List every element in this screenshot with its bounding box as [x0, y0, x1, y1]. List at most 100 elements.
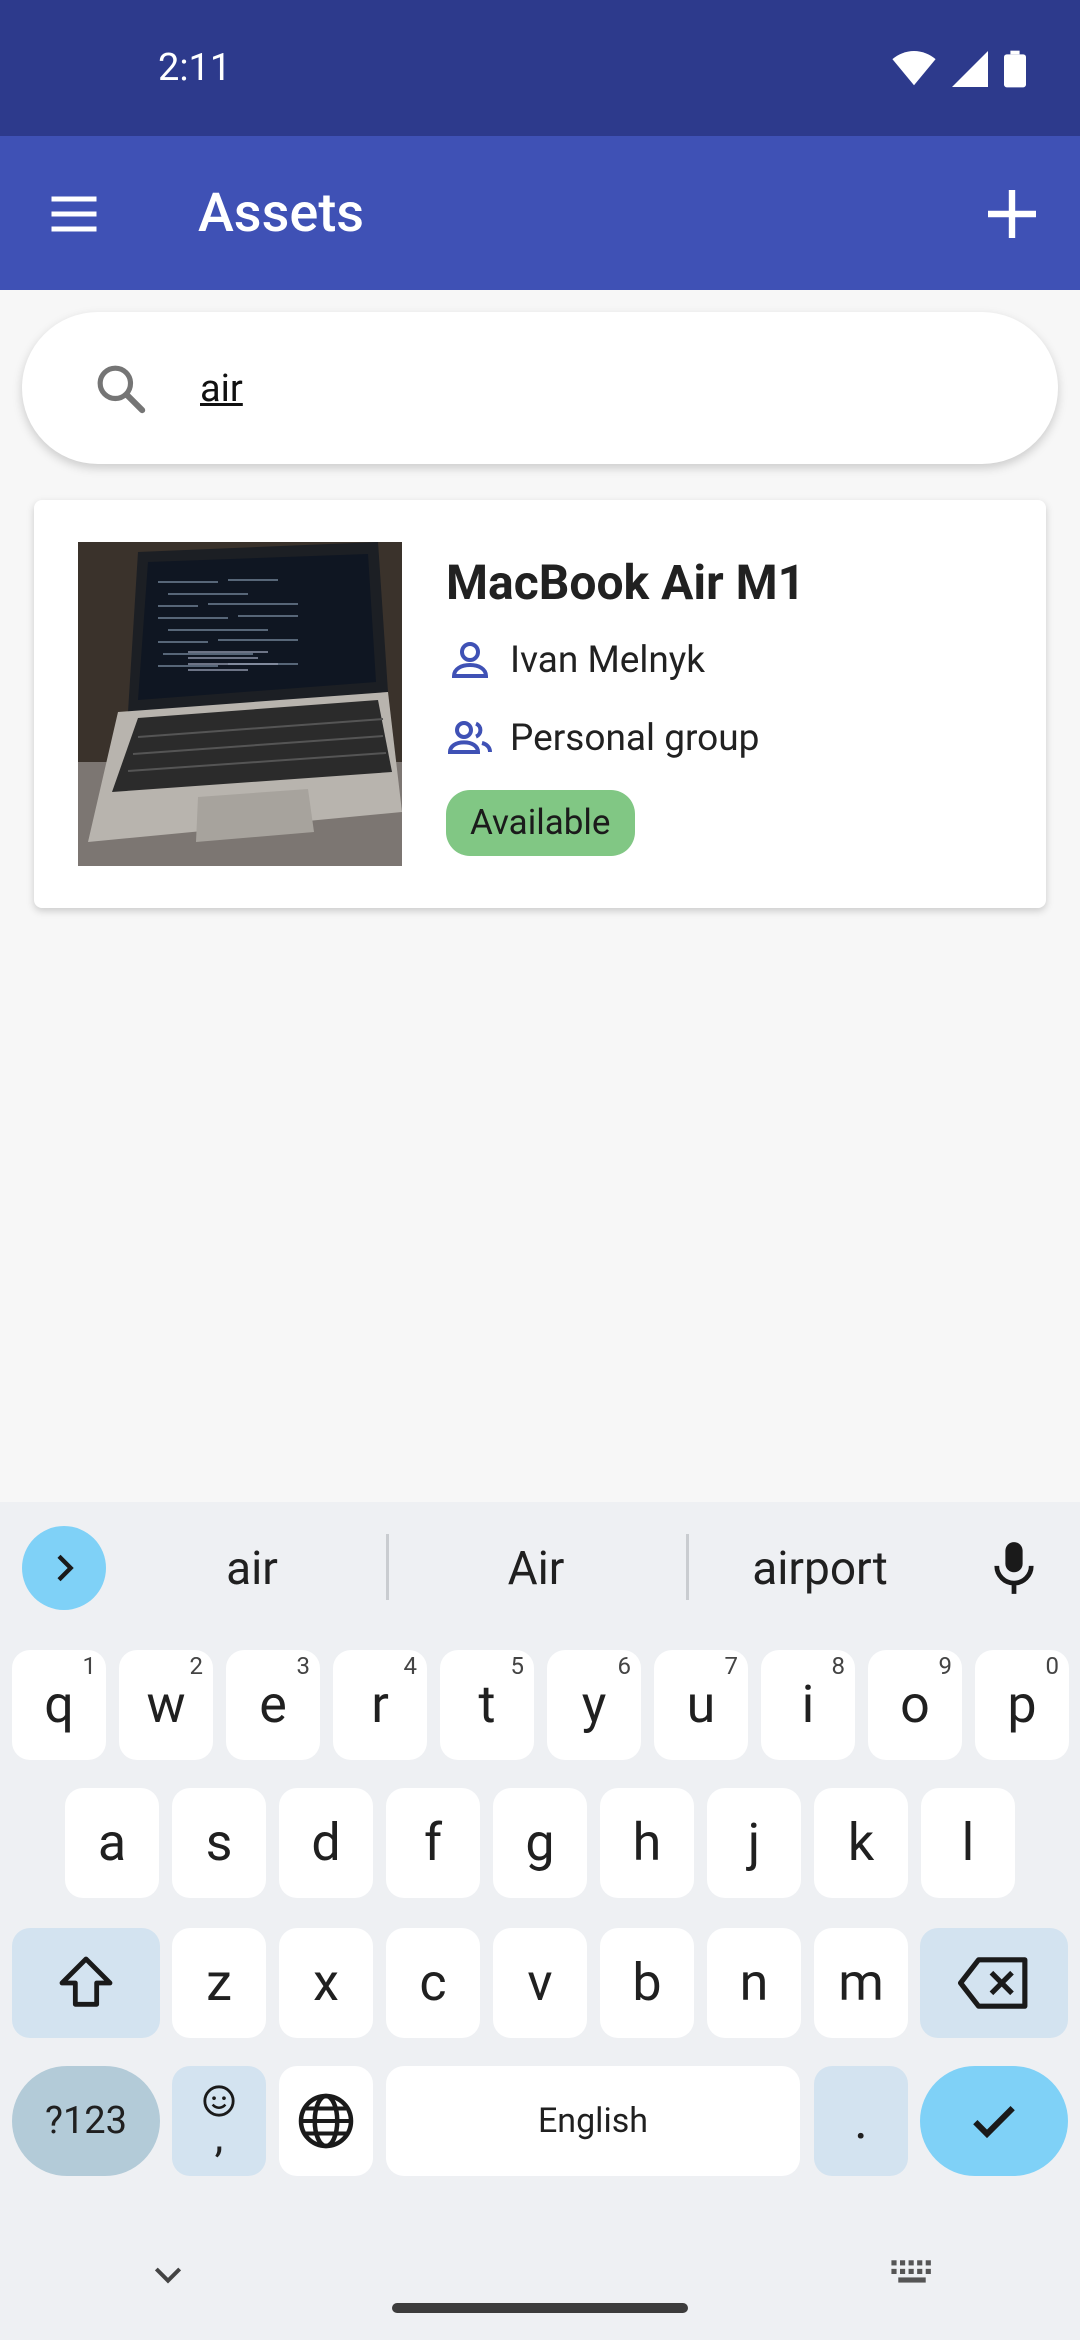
key-g[interactable]: g [493, 1788, 587, 1898]
space-key[interactable]: English [386, 2066, 800, 2176]
key-x[interactable]: x [279, 1928, 373, 2038]
soft-keyboard: air Air airport q1 w2 e3 r4 t5 y6 u7 i8 … [0, 1502, 1080, 2340]
key-w[interactable]: w2 [119, 1650, 213, 1760]
hide-keyboard-chevron-icon[interactable] [148, 2254, 188, 2294]
key-u[interactable]: u7 [654, 1650, 748, 1760]
emoji-comma-key[interactable]: , [172, 2066, 266, 2176]
key-hint: 2 [189, 1652, 204, 1680]
key-k[interactable]: k [814, 1788, 908, 1898]
key-label: y [581, 1674, 607, 1735]
key-y[interactable]: y6 [547, 1650, 641, 1760]
suggestion-strip: air Air airport [0, 1502, 1080, 1632]
key-h[interactable]: h [600, 1788, 694, 1898]
key-e[interactable]: e3 [226, 1650, 320, 1760]
key-l[interactable]: l [921, 1788, 1015, 1898]
suggestion-2[interactable]: Air [436, 1542, 636, 1596]
comma-label: , [214, 2110, 224, 2162]
asset-group: Personal group [446, 714, 759, 762]
person-icon [451, 642, 489, 678]
group-name: Personal group [510, 716, 760, 760]
key-s[interactable]: s [172, 1788, 266, 1898]
key-hint: 8 [831, 1652, 846, 1680]
owner-name: Ivan Melnyk [510, 638, 706, 682]
enter-key[interactable] [920, 2066, 1068, 2176]
key-a[interactable]: a [65, 1788, 159, 1898]
key-label: i [801, 1674, 815, 1735]
key-f[interactable]: f [386, 1788, 480, 1898]
menu-button[interactable] [44, 184, 104, 244]
key-hint: 6 [617, 1652, 632, 1680]
key-o[interactable]: o9 [868, 1650, 962, 1760]
laptop-photo [78, 542, 402, 866]
key-b[interactable]: b [600, 1928, 694, 2038]
key-t[interactable]: t5 [440, 1650, 534, 1760]
key-label: q [44, 1674, 74, 1735]
keyboard-toolbar-toggle[interactable] [22, 1526, 106, 1610]
key-label: o [900, 1674, 930, 1735]
symbols-key[interactable]: ?123 [12, 2066, 160, 2176]
key-d[interactable]: d [279, 1788, 373, 1898]
key-label: w [146, 1674, 186, 1735]
shift-key[interactable] [12, 1928, 160, 2038]
search-icon [97, 365, 146, 414]
key-hint: 1 [82, 1652, 97, 1680]
key-p[interactable]: p0 [975, 1650, 1069, 1760]
wifi-icon [892, 51, 936, 86]
search-input[interactable] [198, 356, 1002, 422]
key-label: e [259, 1674, 287, 1735]
status-time: 2:11 [158, 46, 232, 90]
status-icons [892, 50, 1026, 88]
home-indicator[interactable] [392, 2303, 688, 2313]
language-key[interactable] [279, 2066, 373, 2176]
key-hint: 7 [724, 1652, 739, 1680]
key-j[interactable]: j [707, 1788, 801, 1898]
asset-owner: Ivan Melnyk [446, 636, 705, 684]
globe-icon [298, 2093, 354, 2149]
key-label: u [686, 1674, 716, 1735]
plus-icon [988, 190, 1036, 238]
key-v[interactable]: v [493, 1928, 587, 2038]
page-title: Assets [198, 182, 365, 245]
key-hint: 5 [510, 1652, 525, 1680]
keyboard-switch-icon[interactable] [888, 2254, 936, 2294]
keyboard-nav-row [0, 2202, 1080, 2340]
key-r[interactable]: r4 [333, 1650, 427, 1760]
key-c[interactable]: c [386, 1928, 480, 2038]
key-n[interactable]: n [707, 1928, 801, 2038]
content-area: MacBook Air M1 Ivan Melnyk Personal grou… [0, 290, 1080, 1752]
period-key[interactable]: . [814, 2066, 908, 2176]
divider [386, 1534, 389, 1600]
divider [686, 1534, 689, 1600]
asset-card[interactable]: MacBook Air M1 Ivan Melnyk Personal grou… [34, 500, 1046, 908]
key-hint: 4 [403, 1652, 418, 1680]
mic-icon[interactable] [988, 1540, 1040, 1596]
add-asset-button[interactable] [980, 182, 1044, 246]
backspace-icon [958, 1957, 1028, 2009]
status-bar: 2:11 [0, 0, 1080, 136]
key-m[interactable]: m [814, 1928, 908, 2038]
shift-icon [59, 1956, 113, 2007]
key-hint: 0 [1045, 1652, 1060, 1680]
key-label: r [371, 1674, 389, 1735]
chevron-right-icon [57, 1554, 74, 1582]
search-bar[interactable] [22, 312, 1058, 464]
hamburger-icon [51, 196, 97, 232]
status-badge: Available [446, 790, 635, 856]
suggestion-1[interactable]: air [152, 1542, 352, 1596]
key-z[interactable]: z [172, 1928, 266, 2038]
suggestion-3[interactable]: airport [720, 1542, 920, 1596]
key-hint: 9 [938, 1652, 953, 1680]
signal-icon [952, 51, 988, 87]
key-label: p [1007, 1674, 1037, 1735]
asset-name: MacBook Air M1 [446, 554, 806, 611]
group-icon [447, 721, 492, 754]
app-bar: Assets [0, 136, 1080, 290]
key-label: t [478, 1674, 496, 1735]
checkmark-icon [973, 2106, 1015, 2139]
asset-photo [78, 542, 402, 866]
backspace-key[interactable] [920, 1928, 1068, 2038]
key-i[interactable]: i8 [761, 1650, 855, 1760]
key-hint: 3 [296, 1652, 311, 1680]
battery-icon [1004, 50, 1026, 88]
key-q[interactable]: q1 [12, 1650, 106, 1760]
